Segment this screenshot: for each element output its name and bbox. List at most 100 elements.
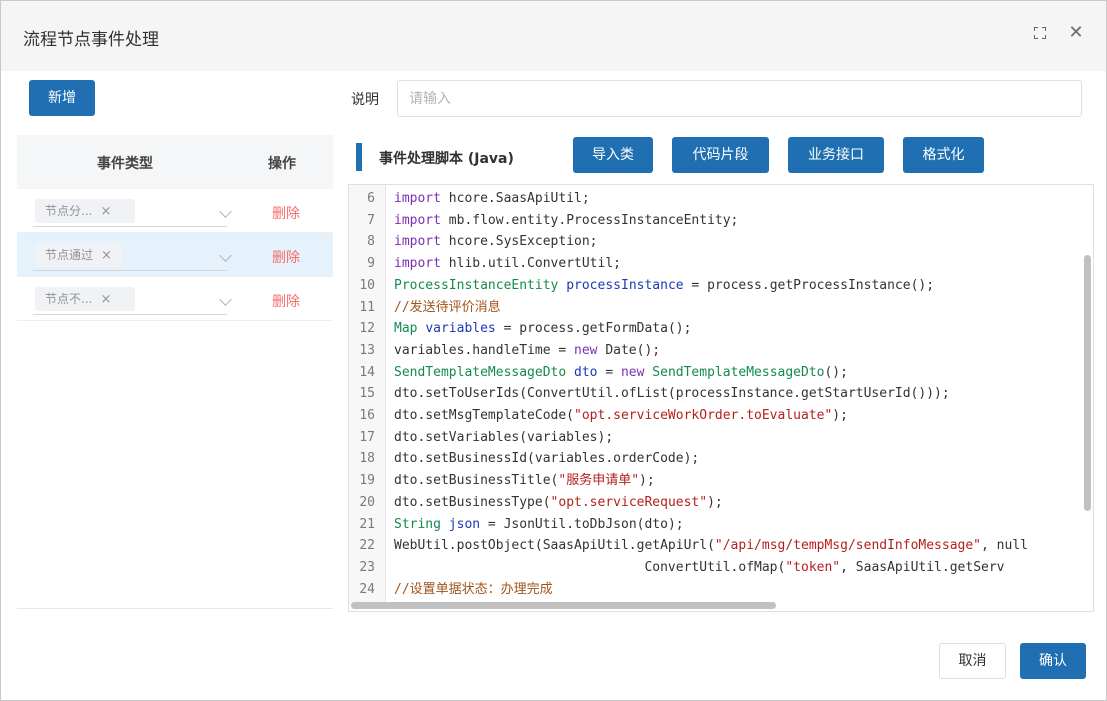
event-tag-label: 节点分... — [45, 204, 93, 218]
code-line: 9 import hlib.util.ConvertUtil; — [349, 253, 1093, 275]
event-tag: 节点通过 × — [35, 243, 122, 267]
event-dialog: 流程节点事件处理 ✕ 新增 事件类型 操作 节点分... × 删除 节点通过 × 删… — [0, 0, 1107, 701]
cancel-button[interactable]: 取消 — [939, 643, 1006, 679]
event-type-select[interactable]: 节点通过 × — [33, 241, 232, 271]
horizontal-scrollbar[interactable] — [351, 602, 776, 609]
code-text: import mb.flow.entity.ProcessInstanceEnt… — [394, 212, 739, 228]
line-number: 10 — [359, 277, 375, 293]
line-number: 23 — [359, 559, 375, 575]
format-button[interactable]: 格式化 — [903, 137, 984, 173]
code-text: String json = JsonUtil.toDbJson(dto); — [394, 516, 684, 532]
event-tag-label: 节点通过 — [45, 248, 94, 262]
tag-close-icon[interactable]: × — [101, 248, 112, 263]
code-text: WebUtil.postObject(SaasApiUtil.getApiUrl… — [394, 538, 1028, 554]
code-line: 24 //设置单据状态：办理完成 — [349, 579, 1093, 601]
line-number: 7 — [367, 212, 375, 228]
line-number: 20 — [359, 494, 375, 510]
line-number: 22 — [359, 538, 375, 554]
maximize-icon[interactable] — [1032, 24, 1050, 42]
line-number: 24 — [359, 581, 375, 597]
code-snippet-button[interactable]: 代码片段 — [672, 137, 769, 173]
code-text: SendTemplateMessageDto dto = new SendTem… — [394, 364, 848, 380]
delete-button[interactable]: 删除 — [272, 291, 300, 311]
code-line: 13 variables.handleTime = new Date(); — [349, 340, 1093, 362]
code-text: ProcessInstanceEntity processInstance = … — [394, 277, 935, 293]
event-tag: 节点不... × — [35, 287, 135, 311]
line-number: 8 — [367, 234, 375, 250]
table-row: 节点分... × 删除 — [17, 189, 333, 233]
dialog-header: 流程节点事件处理 ✕ — [1, 1, 1106, 71]
code-line: 10 ProcessInstanceEntity processInstance … — [349, 275, 1093, 297]
code-editor[interactable]: 6 import hcore.SaasApiUtil; 7 import mb.flo… — [348, 184, 1094, 612]
business-api-button[interactable]: 业务接口 — [788, 137, 884, 173]
event-type-select[interactable]: 节点不... × — [33, 285, 232, 315]
code-text: import hcore.SaasApiUtil; — [394, 191, 590, 206]
line-number: 17 — [359, 429, 375, 445]
code-text: variables.handleTime = new Date(); — [394, 342, 661, 358]
code-line: 12 Map variables = process.getFormData(); — [349, 318, 1093, 340]
code-line: 7 import mb.flow.entity.ProcessInstanceEn… — [349, 210, 1093, 232]
vertical-scrollbar[interactable] — [1084, 255, 1091, 511]
import-class-button[interactable]: 导入类 — [573, 137, 653, 173]
line-number: 16 — [359, 408, 375, 423]
script-title: 事件处理脚本 (Java) — [379, 151, 514, 167]
code-line: 17 dto.setVariables(variables); — [349, 427, 1093, 449]
code-line: 15 dto.setToUserIds(ConvertUtil.ofList(pr… — [349, 383, 1093, 405]
chevron-down-icon — [219, 293, 232, 306]
description-label: 说明 — [351, 92, 379, 108]
line-number: 18 — [359, 451, 375, 467]
tag-close-icon[interactable]: × — [100, 204, 111, 219]
code-text: dto.setMsgTemplateCode("opt.serviceWorkO… — [394, 408, 848, 423]
delete-button[interactable]: 删除 — [272, 247, 300, 267]
chevron-down-icon — [219, 205, 232, 218]
dialog-title: 流程节点事件处理 — [23, 30, 159, 50]
confirm-button[interactable]: 确认 — [1020, 643, 1086, 679]
code-text: import hcore.SysException; — [394, 234, 598, 250]
line-number: 15 — [359, 386, 375, 402]
event-tag: 节点分... × — [35, 199, 135, 223]
line-number: 21 — [359, 516, 375, 532]
section-accent-bar — [356, 143, 362, 171]
line-number: 6 — [367, 191, 375, 206]
code-line: 11 //发送待评价消息 — [349, 297, 1093, 319]
code-text: dto.setVariables(variables); — [394, 429, 614, 445]
line-number: 14 — [359, 364, 375, 380]
event-table: 事件类型 操作 节点分... × 删除 节点通过 × 删除 节点不... × 删除 — [17, 135, 333, 609]
code-text: dto.setBusinessType("opt.serviceRequest"… — [394, 494, 723, 510]
code-text: dto.setBusinessTitle("服务申请单"); — [394, 473, 655, 489]
chevron-down-icon — [219, 249, 232, 262]
code-line: 19 dto.setBusinessTitle("服务申请单"); — [349, 470, 1093, 492]
line-number: 13 — [359, 342, 375, 358]
code-text: import hlib.util.ConvertUtil; — [394, 256, 621, 272]
code-line: 22 WebUtil.postObject(SaasApiUtil.getApiU… — [349, 535, 1093, 557]
code-line: 20 dto.setBusinessType("opt.serviceReques… — [349, 492, 1093, 514]
header-event-type: 事件类型 — [97, 156, 153, 172]
code-text: Map variables = process.getFormData(); — [394, 321, 692, 337]
close-icon[interactable]: ✕ — [1067, 24, 1085, 42]
table-row: 节点不... × 删除 — [17, 277, 333, 321]
add-button[interactable]: 新增 — [29, 80, 95, 116]
event-tag-label: 节点不... — [45, 292, 93, 306]
code-line: 23 ConvertUtil.ofMap("token", SaasApiUti… — [349, 557, 1093, 579]
code-line: 14 SendTemplateMessageDto dto = new SendT… — [349, 362, 1093, 384]
code-text: //设置单据状态：办理完成 — [394, 581, 553, 597]
line-number: 11 — [359, 299, 375, 315]
table-header: 事件类型 操作 — [17, 135, 333, 189]
code-text: dto.setToUserIds(ConvertUtil.ofList(proc… — [394, 386, 950, 402]
description-input[interactable] — [397, 80, 1082, 117]
code-line: 8 import hcore.SysException; — [349, 231, 1093, 253]
line-number: 19 — [359, 473, 375, 489]
line-number: 9 — [367, 256, 375, 272]
code-line: 16 dto.setMsgTemplateCode("opt.serviceWor… — [349, 405, 1093, 427]
code-text: ConvertUtil.ofMap("token", SaasApiUtil.g… — [394, 559, 1005, 575]
tag-close-icon[interactable]: × — [100, 292, 111, 307]
header-operation: 操作 — [268, 156, 296, 172]
code-text: dto.setBusinessId(variables.orderCode); — [394, 451, 700, 467]
code-line: 6 import hcore.SaasApiUtil; — [349, 188, 1093, 210]
table-row: 节点通过 × 删除 — [17, 233, 333, 277]
delete-button[interactable]: 删除 — [272, 203, 300, 223]
code-text: //发送待评价消息 — [394, 299, 501, 315]
line-number: 12 — [359, 321, 375, 337]
code-line: 18 dto.setBusinessId(variables.orderCode)… — [349, 448, 1093, 470]
event-type-select[interactable]: 节点分... × — [33, 197, 232, 227]
